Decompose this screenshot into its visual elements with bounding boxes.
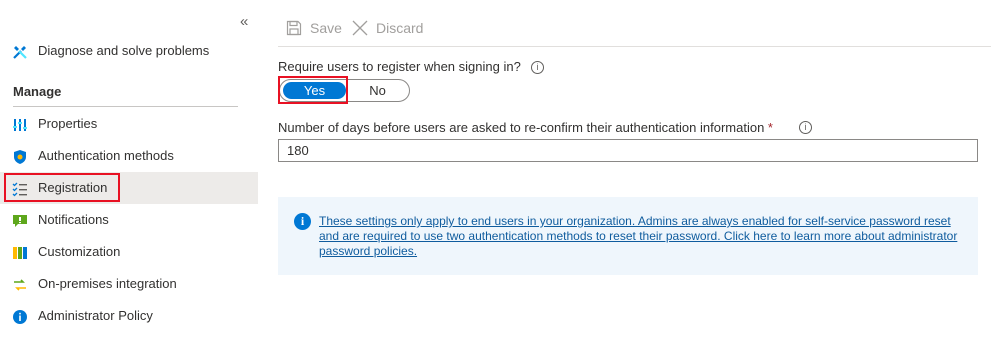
reconfirm-days-label-text: Number of days before users are asked to… — [278, 120, 765, 135]
sidebar-item-label: Diagnose and solve problems — [38, 43, 210, 58]
discard-button[interactable]: Discard — [352, 20, 423, 36]
sidebar-item-on-premises[interactable]: On-premises integration — [0, 268, 258, 300]
customization-icon — [13, 247, 27, 259]
sidebar-item-diagnose[interactable]: Diagnose and solve problems — [0, 35, 258, 67]
sidebar-item-notifications[interactable]: Notifications — [0, 204, 258, 236]
wrench-icon — [13, 46, 27, 59]
info-icon: i — [294, 213, 311, 230]
shield-icon — [14, 150, 26, 164]
info-message-bar: i These settings only apply to end users… — [278, 197, 978, 275]
required-marker: * — [767, 120, 773, 135]
section-title-manage: Manage — [13, 84, 62, 99]
sidebar-item-label: Customization — [38, 244, 121, 259]
require-registration-info-icon[interactable]: i — [531, 61, 544, 74]
reconfirm-days-label: Number of days before users are asked to… — [278, 120, 773, 135]
command-bar: Save Discard — [278, 14, 991, 47]
sidebar-item-label: Administrator Policy — [38, 308, 153, 323]
close-icon — [352, 20, 368, 36]
section-divider — [13, 106, 238, 107]
properties-icon — [13, 119, 27, 131]
notification-icon — [13, 215, 27, 227]
admin-policy-link[interactable]: These settings only apply to end users i… — [319, 214, 969, 259]
save-label: Save — [310, 20, 342, 36]
discard-label: Discard — [376, 20, 424, 36]
collapse-sidebar-button[interactable]: « — [240, 14, 254, 30]
sidebar-item-customization[interactable]: Customization — [0, 236, 258, 268]
highlight-box-yes — [278, 76, 348, 104]
sidebar-item-label: Notifications — [38, 212, 109, 227]
sync-icon — [14, 279, 26, 291]
reconfirm-days-info-icon[interactable]: i — [799, 121, 812, 134]
info-icon — [13, 310, 27, 324]
sidebar: « Diagnose and solve problems Manage Pro… — [0, 0, 258, 341]
sidebar-item-properties[interactable]: Properties — [0, 108, 258, 140]
require-registration-label: Require users to register when signing i… — [278, 59, 521, 74]
sidebar-item-authentication-methods[interactable]: Authentication methods — [0, 140, 258, 172]
sidebar-item-label: Properties — [38, 116, 98, 131]
sidebar-item-label: Authentication methods — [38, 148, 174, 163]
reconfirm-days-input[interactable] — [278, 139, 978, 162]
app-root: « Diagnose and solve problems Manage Pro… — [0, 0, 991, 341]
toggle-option-no[interactable]: No — [346, 82, 409, 99]
save-icon — [286, 20, 302, 36]
sidebar-item-label: On-premises integration — [38, 276, 177, 291]
sidebar-item-administrator-policy[interactable]: Administrator Policy — [0, 300, 258, 332]
save-button[interactable]: Save — [286, 20, 342, 36]
highlight-box-registration — [4, 173, 120, 202]
